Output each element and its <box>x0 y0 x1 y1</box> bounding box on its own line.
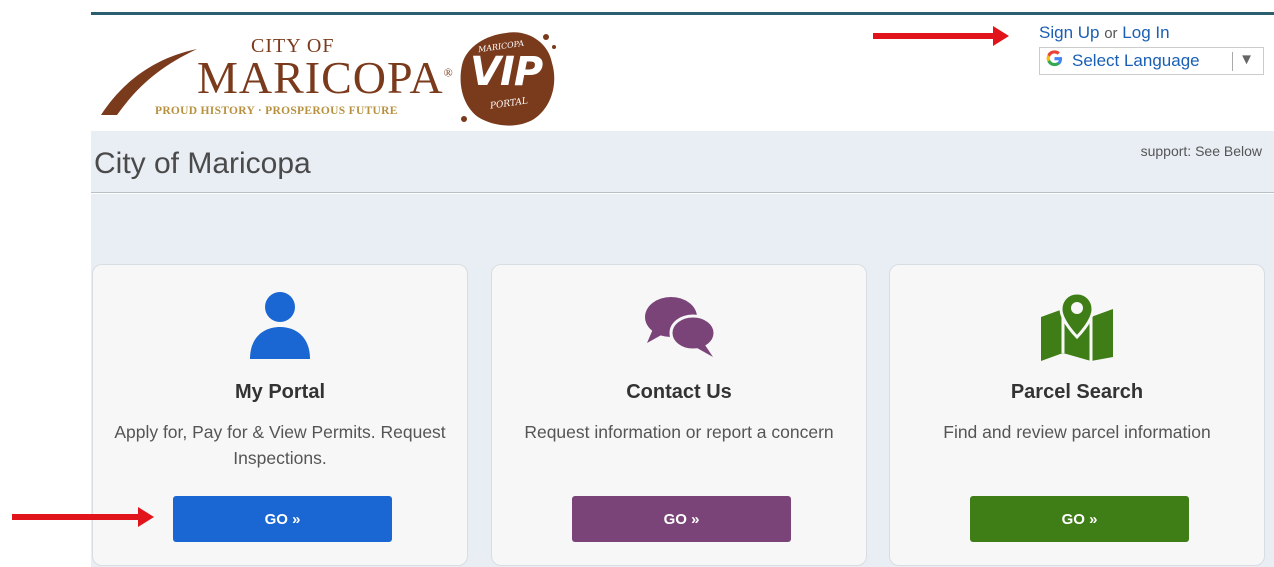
card-description: Find and review parcel information <box>943 422 1211 442</box>
auth-links: Sign Up or Log In <box>1039 23 1170 43</box>
card-contact-us: Contact Us Request information or report… <box>491 264 867 566</box>
person-icon <box>250 292 310 359</box>
caret-down-icon: ▼ <box>1239 51 1254 68</box>
contact-us-go-button[interactable]: GO » <box>572 496 791 542</box>
auth-or-text: or <box>1104 25 1118 42</box>
logo-maricopa: MARICOPA® <box>197 52 454 103</box>
parcel-search-go-button[interactable]: GO » <box>970 496 1189 542</box>
card-description: Apply for, Pay for & View Permits. Reque… <box>114 422 446 468</box>
card-title: Parcel Search <box>1010 381 1144 403</box>
annotation-arrow-my-portal <box>12 507 154 527</box>
dropdown-separator <box>1232 52 1233 71</box>
site-header: CITY OF MARICOPA® PROUD HISTORY · PROSPE… <box>91 15 1274 131</box>
google-g-icon <box>1045 49 1064 74</box>
sign-up-link[interactable]: Sign Up <box>1039 23 1099 42</box>
card-title: My Portal <box>234 381 326 403</box>
select-language-label: Select Language <box>1072 51 1200 70</box>
city-of-maricopa-logo[interactable]: CITY OF MARICOPA® PROUD HISTORY · PROSPE… <box>99 31 459 131</box>
logo-tagline: PROUD HISTORY · PROSPEROUS FUTURE <box>155 105 398 117</box>
page-title: City of Maricopa <box>94 147 311 180</box>
log-in-link[interactable]: Log In <box>1122 23 1169 42</box>
card-title: Contact Us <box>626 381 732 403</box>
vip-badge-main-text: VIP <box>470 49 543 95</box>
card-parcel-search: Parcel Search Find and review parcel inf… <box>889 264 1265 566</box>
page-title-band: City of Maricopa support: See Below <box>91 131 1274 193</box>
annotation-arrow-sign-up <box>873 26 1009 46</box>
main-content: My Portal Apply for, Pay for & View Perm… <box>91 194 1274 567</box>
vip-portal-badge: MARICOPA VIP PORTAL <box>456 27 558 131</box>
card-description: Request information or report a concern <box>524 422 834 442</box>
map-pin-icon <box>1041 291 1113 361</box>
my-portal-go-button[interactable]: GO » <box>173 496 392 542</box>
chat-bubbles-icon <box>645 297 717 357</box>
support-text: support: See Below <box>1140 143 1262 159</box>
select-language-dropdown[interactable]: Select Language ▼ <box>1039 47 1264 75</box>
